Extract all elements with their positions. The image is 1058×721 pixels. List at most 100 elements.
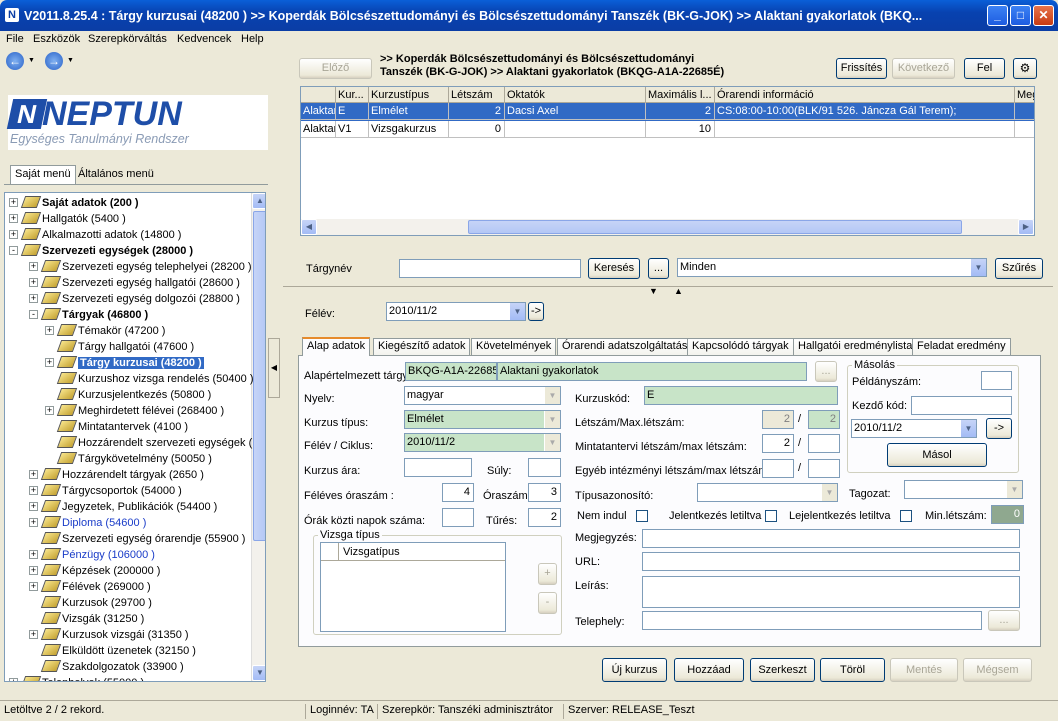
column-header[interactable]: Kurzustípus: [369, 87, 449, 103]
tree-expand-icon[interactable]: +: [29, 518, 38, 527]
tree-item[interactable]: Saját adatok (200 ): [20, 195, 139, 211]
section-select[interactable]: ▼: [904, 480, 1023, 499]
tree-item[interactable]: Szervezeti egység telephelyei (28200 ): [40, 259, 252, 275]
copy-semester-select[interactable]: 2010/11/2 ▼: [851, 419, 977, 438]
type-id-select[interactable]: ▼: [697, 483, 838, 502]
tree-expand-icon[interactable]: +: [9, 214, 18, 223]
tree-expand-icon[interactable]: +: [9, 230, 18, 239]
curriculum-headcount-input[interactable]: 2: [762, 434, 794, 453]
tree-item[interactable]: Szervezeti egységek (28000 ): [20, 243, 193, 259]
tab-sajat-menu[interactable]: Saját menü: [10, 165, 76, 184]
up-button[interactable]: Fel: [964, 58, 1005, 79]
tree-item[interactable]: Képzések (200000 ): [40, 563, 160, 579]
tree-expand-icon[interactable]: +: [29, 502, 38, 511]
tree-item[interactable]: Hozzárendelt tárgyak (2650 ): [40, 467, 204, 483]
tree-item[interactable]: Tárgykövetelmény (50050 ): [56, 451, 212, 467]
exam-type-list[interactable]: Vizsgatípus: [320, 542, 506, 632]
column-header[interactable]: Meg: [1015, 87, 1034, 103]
not-starting-checkbox[interactable]: [636, 510, 648, 522]
search-button[interactable]: Keresés: [588, 258, 640, 279]
cancel-button[interactable]: Mégsem: [963, 658, 1032, 682]
other-max-input[interactable]: [808, 459, 840, 478]
tree-item[interactable]: Tárgycsoportok (54000 ): [40, 483, 182, 499]
menu-eszkozok[interactable]: Eszközök: [33, 33, 80, 45]
maximize-icon[interactable]: □: [1010, 5, 1031, 26]
tree-item[interactable]: Meghirdetett félévei (268400 ): [56, 403, 224, 419]
tree-expand-icon[interactable]: +: [45, 406, 54, 415]
tree-expand-icon[interactable]: +: [29, 262, 38, 271]
tree-scrollbar[interactable]: ▲ ▼: [251, 193, 265, 681]
grid-scroll-thumb[interactable]: [468, 220, 962, 234]
tab-1[interactable]: Alap adatok: [302, 337, 371, 356]
tree-item[interactable]: Tárgy kurzusai (48200 ): [56, 355, 204, 371]
tree-expand-icon[interactable]: +: [29, 470, 38, 479]
search-input[interactable]: [399, 259, 581, 278]
tree-expand-icon[interactable]: +: [45, 358, 54, 367]
scroll-down-icon[interactable]: ▼: [252, 665, 265, 681]
semester-select[interactable]: 2010/11/2 ▼: [386, 302, 526, 321]
description-input[interactable]: [642, 576, 1020, 608]
column-header[interactable]: Kur...: [336, 87, 369, 103]
tree-expand-icon[interactable]: +: [9, 198, 18, 207]
copy-semester-go-button[interactable]: ->: [986, 418, 1012, 439]
tree-expand-icon[interactable]: +: [29, 278, 38, 287]
chevron-down-icon[interactable]: ▼: [544, 434, 560, 451]
copies-input[interactable]: [981, 371, 1012, 390]
semester-hours-input[interactable]: 4: [442, 483, 474, 502]
scroll-up-icon[interactable]: ▲: [252, 193, 265, 209]
tree-expand-icon[interactable]: +: [29, 294, 38, 303]
back-dropdown-icon[interactable]: ▼: [28, 57, 35, 64]
tab-altalanos-menu[interactable]: Általános menü: [76, 166, 156, 182]
remove-exam-type-button[interactable]: -: [538, 592, 557, 614]
weight-input[interactable]: [528, 458, 561, 477]
chevron-down-icon[interactable]: ▼: [509, 303, 525, 320]
minimize-icon[interactable]: _: [987, 5, 1008, 26]
column-header[interactable]: Oktatók: [505, 87, 646, 103]
language-select[interactable]: magyar ▼: [404, 386, 561, 405]
chevron-down-icon[interactable]: ▼: [960, 420, 976, 437]
tree-item[interactable]: Telephelyek (55000 ): [20, 675, 144, 681]
tab-7[interactable]: Feladat eredmény: [912, 338, 1011, 355]
tree-item[interactable]: Kurzusok (29700 ): [40, 595, 152, 611]
search-options-button[interactable]: ...: [648, 258, 669, 279]
tree-expand-icon[interactable]: +: [29, 550, 38, 559]
new-course-button[interactable]: Új kurzus: [602, 658, 667, 682]
tab-2[interactable]: Kiegészítő adatok: [373, 338, 471, 355]
add-exam-type-button[interactable]: +: [538, 563, 557, 585]
settings-icon[interactable]: ⚙: [1013, 58, 1037, 79]
course-code-input[interactable]: E: [644, 386, 838, 405]
course-type-select[interactable]: Elmélet ▼: [404, 410, 561, 429]
site-select-button[interactable]: ...: [988, 610, 1020, 631]
table-row[interactable]: Alaktar V1 Vizsgakurzus 0 10: [301, 121, 1034, 139]
tab-3[interactable]: Követelmények: [471, 338, 557, 355]
tree-item[interactable]: Szervezeti egység órarendje (55900 ): [40, 531, 245, 547]
refresh-button[interactable]: Frissítés: [836, 58, 887, 79]
tree-expand-icon[interactable]: +: [29, 566, 38, 575]
grid-hscrollbar[interactable]: ◀ ▶: [301, 219, 1034, 235]
tab-6[interactable]: Hallgatói eredménylista: [793, 338, 918, 355]
tree-item[interactable]: Félévek (269000 ): [40, 579, 151, 595]
semester-go-button[interactable]: ->: [528, 302, 544, 321]
back-icon[interactable]: ←: [6, 52, 24, 70]
column-header[interactable]: Órarendi információ: [715, 87, 1015, 103]
curriculum-max-input[interactable]: [808, 434, 840, 453]
chevron-down-icon[interactable]: ▼: [544, 411, 560, 428]
tree-item[interactable]: Témakör (47200 ): [56, 323, 165, 339]
semester-cycle-select[interactable]: 2010/11/2 ▼: [404, 433, 561, 452]
tree-scroll-thumb[interactable]: [253, 211, 265, 541]
add-button[interactable]: Hozzáad: [674, 658, 744, 682]
filter-select[interactable]: Minden ▼: [677, 258, 987, 277]
tree-item[interactable]: Kurzusjelentkezés (50800 ): [56, 387, 211, 403]
collapse-panel-icon[interactable]: ◀: [268, 338, 280, 398]
menu-file[interactable]: File: [6, 33, 24, 45]
tree-item[interactable]: Hozzárendelt szervezeti egységek (: [56, 435, 252, 451]
scroll-left-icon[interactable]: ◀: [301, 219, 317, 235]
tree-item[interactable]: Vizsgák (31250 ): [40, 611, 144, 627]
tree-item[interactable]: Kurzusok vizsgái (31350 ): [40, 627, 189, 643]
filter-button[interactable]: Szűrés: [995, 258, 1043, 279]
tolerance-input[interactable]: 2: [528, 508, 561, 527]
tree-item[interactable]: Pénzügy (106000 ): [40, 547, 155, 563]
registration-blocked-checkbox[interactable]: [765, 510, 777, 522]
forward-dropdown-icon[interactable]: ▼: [67, 57, 74, 64]
tree-expand-icon[interactable]: +: [9, 678, 18, 681]
